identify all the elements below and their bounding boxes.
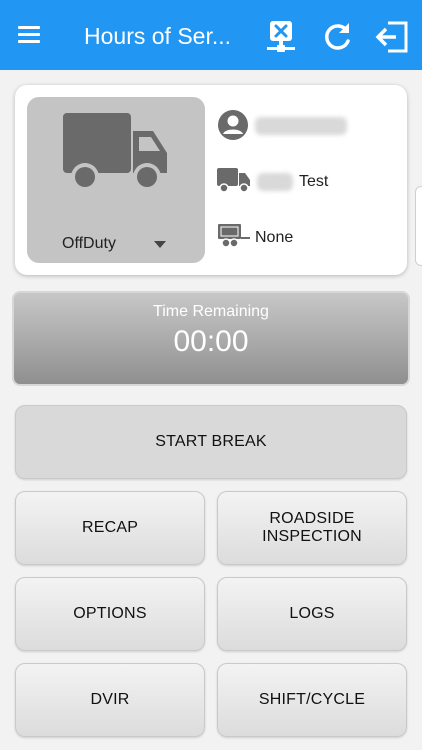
time-remaining-label: Time Remaining [153, 303, 269, 320]
refresh-icon[interactable] [320, 17, 356, 55]
person-circle-icon [218, 110, 248, 140]
logs-button[interactable]: LOGS [217, 577, 407, 651]
shift-cycle-button[interactable]: SHIFT/CYCLE [217, 663, 407, 737]
vehicle-label: Test [299, 173, 329, 190]
side-drawer-handle[interactable] [415, 186, 422, 266]
trailer-row: None [217, 221, 397, 255]
truck-icon [63, 113, 167, 191]
vehicle-row: Test [217, 165, 397, 199]
trailer-label: None [255, 229, 294, 246]
page-title: Hours of Ser... [84, 23, 232, 49]
options-button[interactable]: OPTIONS [15, 577, 205, 651]
vehicle-id-redacted [257, 173, 293, 191]
time-remaining-panel: Time Remaining 00:00 [12, 291, 410, 386]
network-disconnected-icon[interactable] [264, 17, 300, 55]
truck-icon [217, 168, 250, 193]
duty-status-selector[interactable]: OffDuty [27, 97, 205, 263]
status-card: OffDuty Test None [15, 85, 407, 275]
logout-icon[interactable] [374, 17, 410, 55]
driver-row [217, 109, 397, 143]
app-header: Hours of Ser... [0, 0, 422, 70]
roadside-inspection-button[interactable]: ROADSIDE INSPECTION [217, 491, 407, 565]
duty-status-label: OffDuty [62, 235, 116, 252]
dvir-button[interactable]: DVIR [15, 663, 205, 737]
menu-icon[interactable] [18, 23, 48, 47]
recap-button[interactable]: RECAP [15, 491, 205, 565]
start-break-button[interactable]: START BREAK [15, 405, 407, 479]
driver-name-redacted [255, 117, 347, 135]
time-remaining-value: 00:00 [173, 325, 249, 358]
trailer-icon [218, 224, 250, 248]
chevron-down-icon [154, 241, 166, 248]
